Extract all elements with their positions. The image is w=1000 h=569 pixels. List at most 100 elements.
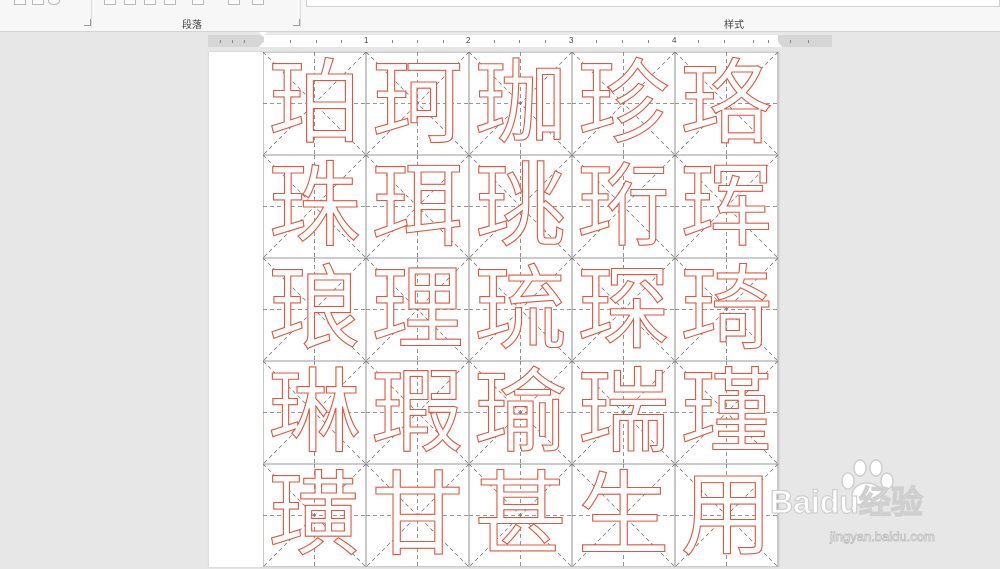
styles-gallery[interactable] bbox=[306, 0, 1000, 7]
styles-group-label: 样式 bbox=[724, 20, 744, 31]
outline-character: 琅 bbox=[268, 256, 361, 363]
ruler-tick bbox=[494, 40, 495, 43]
paragraph-group-label: 段落 bbox=[182, 20, 202, 31]
grid-cell[interactable]: 珧 bbox=[469, 153, 572, 260]
ruler-tick bbox=[545, 40, 546, 43]
grid-cell[interactable]: 瑕 bbox=[366, 359, 469, 466]
grid-cell[interactable]: 珀 bbox=[263, 50, 366, 157]
outline-character: 珍 bbox=[577, 50, 670, 157]
grid-cell[interactable]: 甚 bbox=[469, 462, 572, 569]
ruler-tick bbox=[808, 40, 809, 43]
grid-cell[interactable]: 璜 bbox=[263, 463, 366, 567]
outline-character: 琛 bbox=[577, 256, 670, 363]
grid-cell[interactable]: 珠 bbox=[263, 153, 366, 260]
outline-character: 用 bbox=[680, 462, 773, 569]
outline-character: 琦 bbox=[680, 256, 773, 363]
align-right-icon[interactable] bbox=[144, 0, 156, 5]
grid-cell[interactable]: 琛 bbox=[572, 256, 675, 363]
outline-character: 珠 bbox=[268, 153, 361, 260]
ruler-number: 3 bbox=[569, 36, 574, 45]
ribbon: 段落 样式 bbox=[0, 0, 1000, 32]
grid-cell[interactable]: 理 bbox=[366, 256, 469, 363]
grid-cell[interactable]: 珞 bbox=[675, 50, 778, 157]
baidu-watermark: Baidu经验 jingyan.baidu.com bbox=[770, 455, 995, 550]
grid-cell[interactable]: 瑜 bbox=[469, 359, 572, 466]
grid-cell[interactable]: 琉 bbox=[469, 256, 572, 363]
ruler-tick bbox=[622, 40, 623, 43]
outline-character: 珀 bbox=[268, 50, 361, 157]
grid-cell[interactable]: 珲 bbox=[675, 153, 778, 260]
borders-icon[interactable] bbox=[252, 0, 264, 5]
paragraph-dialog-launcher-icon[interactable] bbox=[293, 19, 300, 26]
grid-cell[interactable]: 甘 bbox=[366, 462, 469, 569]
outline-character: 珂 bbox=[371, 50, 464, 157]
watermark-text-layer: Baidu经验 jingyan.baidu.com bbox=[770, 483, 935, 544]
ruler-tick bbox=[232, 40, 233, 43]
outline-character: 甘 bbox=[371, 462, 464, 569]
ruler-tick bbox=[392, 40, 393, 43]
outline-character: 瑕 bbox=[371, 359, 464, 466]
outline-character: 珈 bbox=[474, 50, 567, 157]
grid-cell[interactable]: 珂 bbox=[366, 50, 469, 157]
align-left-icon[interactable] bbox=[104, 0, 116, 5]
shading-icon[interactable] bbox=[228, 0, 240, 5]
multilevel-list-icon[interactable] bbox=[32, 0, 44, 5]
ruler-tick bbox=[753, 40, 754, 43]
grid-cell[interactable]: 生 bbox=[572, 462, 675, 569]
ruler-tick bbox=[790, 40, 791, 43]
first-line-indent-marker[interactable] bbox=[259, 32, 267, 37]
line-spacing-icon[interactable] bbox=[192, 0, 204, 5]
ruler-tick bbox=[443, 40, 444, 43]
outline-character: 瑜 bbox=[474, 359, 567, 466]
grid-cell[interactable]: 瑞 bbox=[572, 359, 675, 466]
ruler-number: 1 bbox=[364, 36, 369, 45]
ruler-tick bbox=[220, 40, 221, 43]
right-indent-marker[interactable] bbox=[774, 42, 782, 47]
outline-character: 甚 bbox=[474, 462, 567, 569]
outline-character: 珩 bbox=[577, 153, 670, 260]
grid-cell[interactable]: 琳 bbox=[263, 359, 366, 466]
ruler-tick bbox=[724, 40, 725, 43]
outline-character: 理 bbox=[371, 256, 464, 363]
watermark-brand: Baidu经验 bbox=[770, 484, 923, 520]
character-grid[interactable]: 珀珂珈珍珞珠珥珧珩珲琅理琉琛琦琳瑕瑜瑞瑾璜甘甚生用 bbox=[263, 50, 781, 569]
font-dialog-launcher-icon[interactable] bbox=[84, 19, 91, 26]
grid-cell[interactable]: 瑾 bbox=[675, 359, 778, 466]
outline-character: 珧 bbox=[474, 153, 567, 260]
justify-icon[interactable] bbox=[164, 0, 176, 5]
separator bbox=[91, 0, 92, 27]
outline-character: 珞 bbox=[680, 50, 773, 157]
ruler-tick bbox=[698, 40, 699, 43]
horizontal-ruler[interactable]: 1 2 3 4 bbox=[208, 32, 832, 47]
outline-character: 瑾 bbox=[680, 359, 773, 466]
ruler-tick bbox=[290, 40, 291, 43]
grid-cell[interactable]: 珈 bbox=[469, 50, 572, 157]
ruler-tick bbox=[316, 40, 317, 43]
outline-character: 瑞 bbox=[577, 359, 670, 466]
grid-cell[interactable]: 珍 bbox=[572, 50, 675, 157]
list-icon[interactable] bbox=[14, 0, 26, 5]
ruler-tick bbox=[648, 40, 649, 43]
outline-character: 琳 bbox=[268, 359, 361, 466]
outline-character: 珲 bbox=[680, 153, 773, 260]
sort-icon[interactable] bbox=[48, 0, 60, 5]
ruler-number: 4 bbox=[672, 36, 677, 45]
ruler-number: 2 bbox=[466, 36, 471, 45]
outline-character: 琉 bbox=[474, 256, 567, 363]
ruler-tick bbox=[596, 40, 597, 43]
grid-cell[interactable]: 琦 bbox=[675, 256, 778, 363]
hanging-indent-marker[interactable] bbox=[259, 42, 267, 47]
grid-cell[interactable]: 琅 bbox=[263, 256, 366, 363]
ruler-tick bbox=[244, 40, 245, 43]
outline-character: 生 bbox=[577, 462, 670, 569]
outline-character: 珥 bbox=[371, 153, 464, 260]
ruler-tick bbox=[768, 40, 769, 43]
grid-cell[interactable]: 珩 bbox=[572, 153, 675, 260]
ruler-tick bbox=[519, 40, 520, 43]
grid-cell[interactable]: 珥 bbox=[366, 153, 469, 260]
grid-cell[interactable]: 用 bbox=[675, 462, 778, 569]
watermark-url: jingyan.baidu.com bbox=[829, 529, 935, 544]
align-center-icon[interactable] bbox=[124, 0, 136, 5]
ruler-tick bbox=[341, 40, 342, 43]
ruler-tick bbox=[417, 40, 418, 43]
